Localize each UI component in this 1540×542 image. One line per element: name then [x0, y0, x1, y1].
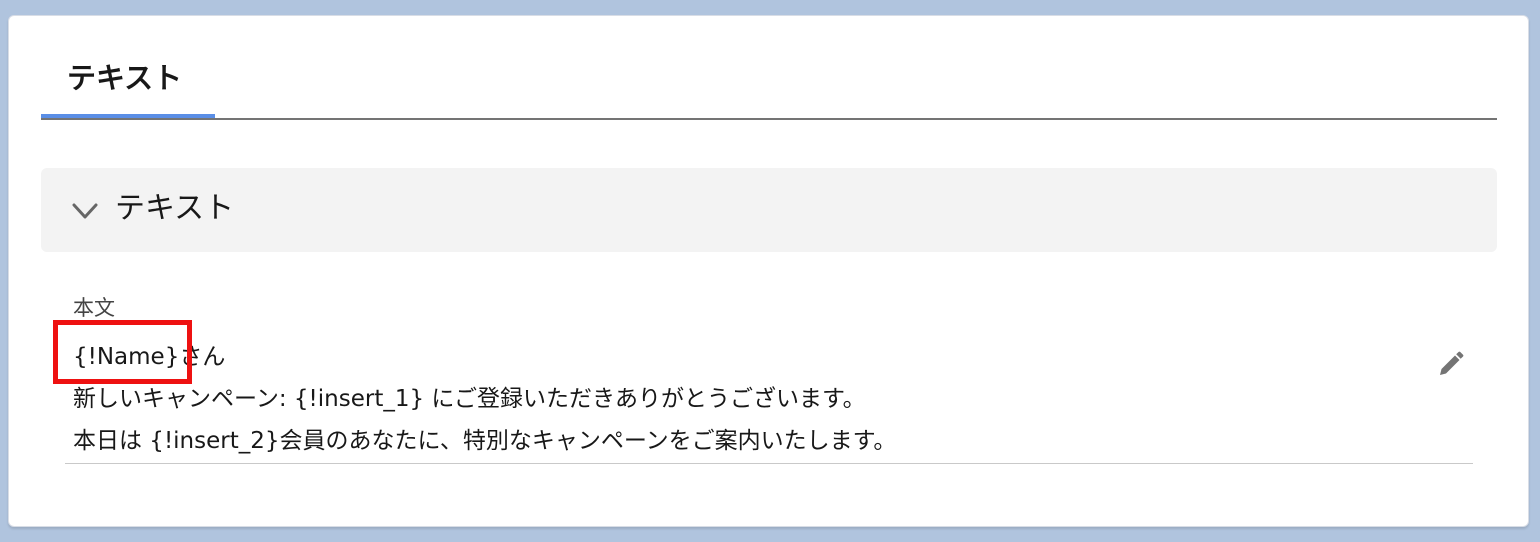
record-card: テキスト テキスト 本文 {!Name}さん 新しいキャンペーン: {!inse…: [8, 15, 1529, 527]
pencil-icon: [1440, 351, 1464, 375]
body-field: 本文 {!Name}さん 新しいキャンペーン: {!insert_1} にご登録…: [65, 294, 1473, 464]
body-line: 本日は {!insert_2}会員のあなたに、特別なキャンペーンをご案内いたしま…: [73, 428, 897, 454]
section-title: テキスト: [115, 191, 235, 226]
body-text: {!Name}さん 新しいキャンペーン: {!insert_1} にご登録いただ…: [73, 336, 896, 462]
edit-body-button[interactable]: [1435, 350, 1465, 380]
body-line: {!Name}さん: [73, 344, 226, 370]
tab-text[interactable]: テキスト: [41, 16, 215, 118]
chevron-down-icon: [72, 203, 98, 219]
highlight-annotation: [53, 320, 192, 384]
body-line: 新しいキャンペーン: {!insert_1} にご登録いただきありがとうございま…: [73, 386, 866, 412]
section-header-text[interactable]: テキスト: [41, 168, 1497, 252]
tab-bar: テキスト: [41, 16, 1497, 120]
field-label: 本文: [73, 296, 115, 320]
tab-label: テキスト: [67, 61, 183, 95]
